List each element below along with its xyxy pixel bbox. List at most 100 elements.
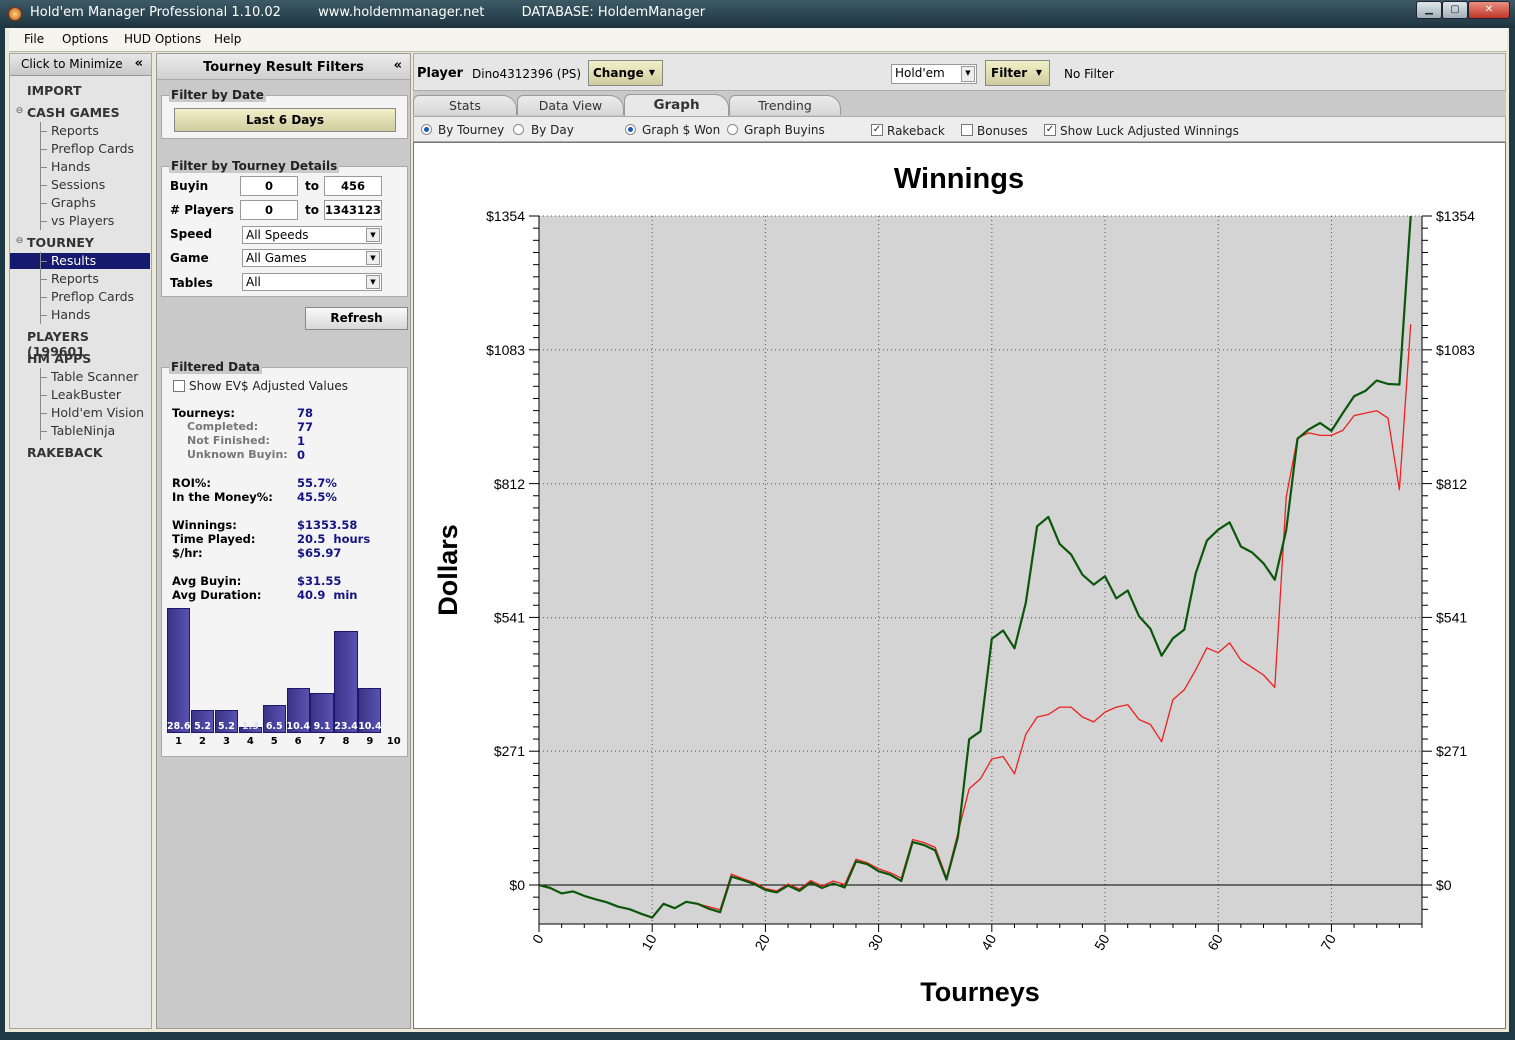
x-tick-label: 50	[1091, 931, 1113, 953]
nav-item-tableninja[interactable]: TableNinja	[40, 423, 115, 438]
tree-line	[40, 122, 41, 230]
histogram-bar-label: 28.6	[167, 721, 191, 732]
ev-adjusted-checkbox[interactable]	[173, 380, 185, 392]
by-day-label: By Day	[531, 123, 574, 137]
nav-item-graphs[interactable]: Graphs	[40, 195, 96, 210]
nav-item-label: Reports	[51, 123, 99, 138]
x-tick-label: 30	[865, 931, 887, 953]
game-type-select[interactable]: Hold'em ▼	[891, 64, 977, 84]
avg-buyin-label: Avg Buyin:	[172, 574, 242, 588]
menu-hud-options[interactable]: HUD Options	[124, 32, 201, 46]
itm-value: 45.5%	[297, 490, 337, 504]
tab-data-view[interactable]: Data View	[517, 95, 624, 115]
dollars-per-hour-label: $/hr:	[172, 546, 203, 560]
tree-line	[40, 252, 41, 324]
nav-item-results[interactable]: Results	[40, 253, 96, 268]
filter-by-date-group: Filter by Date Last 6 Days	[161, 88, 408, 139]
nav-import[interactable]: IMPORT	[27, 83, 81, 98]
time-played-value: 20.5 hours	[297, 532, 371, 546]
nav-hm-apps[interactable]: HM APPS	[27, 351, 91, 366]
change-player-button[interactable]: Change ▼	[588, 60, 663, 86]
filter-button[interactable]: Filter ▼	[985, 60, 1050, 86]
chart-title: Winnings	[894, 163, 1024, 195]
collapse-filters-icon[interactable]: «	[394, 58, 402, 73]
nav-item-label: LeakBuster	[51, 387, 122, 402]
date-range-button[interactable]: Last 6 Days	[174, 108, 396, 132]
menu-file[interactable]: File	[24, 32, 44, 46]
nav-item-table-scanner[interactable]: Table Scanner	[40, 369, 139, 384]
window-title: Hold'em Manager Professional 1.10.02 www…	[30, 5, 706, 20]
histogram-position-label: 3	[222, 736, 230, 747]
players-max-input[interactable]: 1343123	[324, 200, 382, 220]
nav-item-vs-players[interactable]: vs Players	[40, 213, 114, 228]
chevron-down-icon[interactable]: ▼	[366, 228, 380, 242]
buyin-max-input[interactable]: 456	[324, 176, 382, 196]
nav-item-preflop-cards[interactable]: Preflop Cards	[40, 141, 134, 156]
bonuses-label: Bonuses	[977, 124, 1028, 138]
histogram-position-label: 1	[175, 736, 183, 747]
chevron-down-icon[interactable]: ▼	[366, 251, 380, 265]
finish-position-histogram: 28.6 1 5.2 2 5.2 3 1.3 4 6.5 5 10.4 6 9.1 7 23.4 8 10.4 9…	[166, 608, 406, 753]
filter-button-label: Filter	[991, 66, 1028, 80]
speed-select[interactable]: All Speeds ▼	[242, 226, 382, 244]
y-tick-label-right: $271	[1436, 743, 1467, 759]
roi-value: 55.7%	[297, 476, 337, 490]
histogram-position-label: 4	[246, 736, 254, 747]
nav-item-reports[interactable]: Reports	[40, 271, 99, 286]
minimize-nav-button[interactable]: Click to Minimize «	[10, 54, 151, 76]
by-tourney-radio[interactable]	[421, 124, 432, 135]
maximize-window-icon[interactable]: ▢	[1442, 1, 1468, 19]
nav-item-hold-em-vision[interactable]: Hold'em Vision	[40, 405, 144, 420]
app-logo-icon	[8, 7, 22, 21]
tree-branch	[40, 261, 47, 262]
tab-stats[interactable]: Stats	[413, 95, 517, 115]
refresh-button[interactable]: Refresh	[305, 307, 408, 330]
tables-value: All	[246, 275, 261, 289]
nav-item-label: Table Scanner	[51, 369, 139, 384]
minimize-window-icon[interactable]: ▁	[1416, 1, 1442, 19]
buyin-min-input[interactable]: 0	[240, 176, 298, 196]
nav-cash-games[interactable]: CASH GAMES	[27, 105, 120, 120]
tree-line	[40, 368, 41, 440]
nav-item-hands[interactable]: Hands	[40, 307, 91, 322]
chevron-down-icon[interactable]: ▼	[366, 275, 380, 289]
nav-rakeback[interactable]: RAKEBACK	[27, 445, 103, 460]
change-player-label: Change	[593, 66, 644, 80]
nav-item-leakbuster[interactable]: LeakBuster	[40, 387, 122, 402]
nav-item-hands[interactable]: Hands	[40, 159, 90, 174]
bonuses-checkbox[interactable]	[961, 124, 973, 136]
menu-options[interactable]: Options	[62, 32, 108, 46]
tourney-expander-icon[interactable]: ⊖	[15, 237, 24, 247]
graph-buyins-radio[interactable]	[727, 124, 738, 135]
x-tick-label: 60	[1204, 931, 1226, 953]
nav-item-preflop-cards[interactable]: Preflop Cards	[40, 289, 135, 304]
rakeback-checkbox[interactable]: ✓	[871, 124, 883, 136]
not-finished-value: 1	[297, 434, 306, 448]
nav-tourney[interactable]: TOURNEY	[27, 235, 94, 250]
cash-games-expander-icon[interactable]: ⊖	[15, 107, 24, 117]
by-day-radio[interactable]	[513, 124, 524, 135]
histogram-position-label: 7	[318, 736, 326, 747]
title-bar: Hold'em Manager Professional 1.10.02 www…	[0, 0, 1515, 28]
histogram-position-label: 10	[386, 736, 401, 747]
tab-graph[interactable]: Graph	[624, 94, 729, 116]
nav-item-reports[interactable]: Reports	[40, 123, 99, 138]
not-finished-label: Not Finished:	[187, 434, 270, 447]
players-min-input[interactable]: 0	[240, 200, 298, 220]
tables-select[interactable]: All ▼	[242, 273, 382, 291]
filter-by-details-group: Filter by Tourney Details Buyin 0 to 456…	[161, 159, 408, 297]
luck-adjusted-checkbox[interactable]: ✓	[1044, 124, 1056, 136]
graph-won-radio[interactable]	[625, 124, 636, 135]
close-window-icon[interactable]: ✕	[1468, 1, 1510, 19]
tab-trending[interactable]: Trending	[729, 95, 841, 115]
nav-item-sessions[interactable]: Sessions	[40, 177, 105, 192]
game-select[interactable]: All Games ▼	[242, 249, 382, 267]
chevron-down-icon[interactable]: ▼	[961, 66, 975, 82]
nav-item-label: Hands	[51, 307, 91, 322]
histogram-bar-label: 5.2	[218, 721, 235, 732]
winnings-chart: $0 $0 $271 $271 $541 $541 $812 $812 $1083 $1083 $1…	[433, 163, 1475, 1007]
nav-item-label: Preflop Cards	[51, 289, 135, 304]
menu-help[interactable]: Help	[214, 32, 241, 46]
filtered-data-title: Filtered Data	[169, 360, 263, 374]
collapse-arrow-icon[interactable]: «	[135, 56, 143, 71]
